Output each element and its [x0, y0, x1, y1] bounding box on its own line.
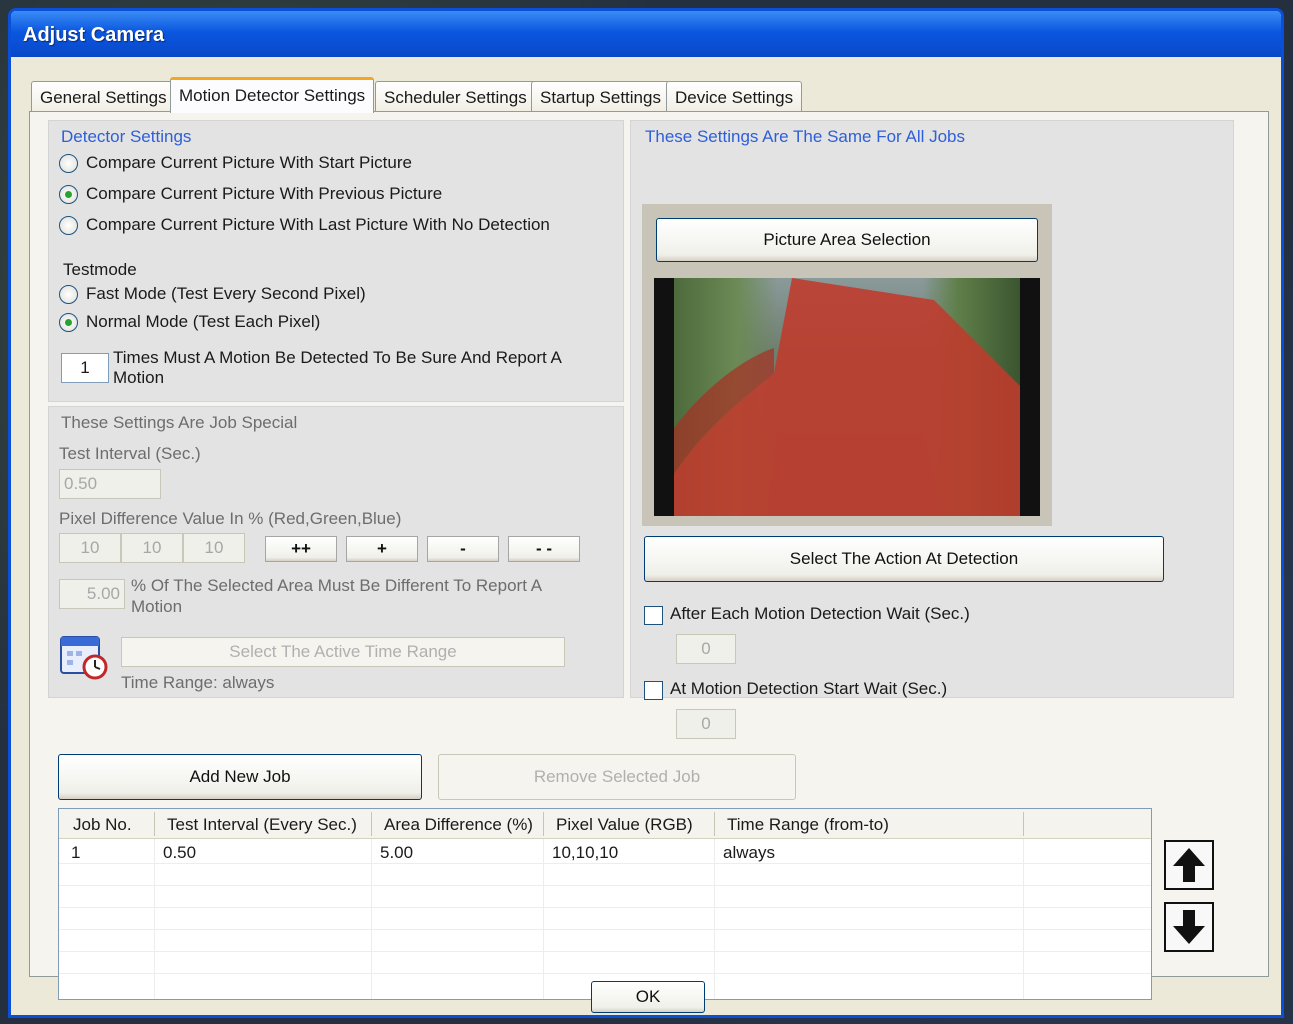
- column-header-time-range[interactable]: Time Range (from-to): [727, 815, 889, 835]
- radio-label: Compare Current Picture With Previous Pi…: [86, 184, 443, 203]
- radio-indicator-selected[interactable]: [59, 312, 78, 332]
- arrow-down-icon: [1173, 910, 1205, 944]
- calendar-clock-icon[interactable]: [59, 633, 109, 681]
- detection-area-overlay: [674, 278, 1020, 516]
- radio-label: Compare Current Picture With Last Pictur…: [86, 215, 550, 234]
- column-header-area-difference[interactable]: Area Difference (%): [384, 815, 533, 835]
- start-wait-input[interactable]: 0: [676, 709, 736, 739]
- radio-compare-last-no-detection[interactable]: Compare Current Picture With Last Pictur…: [59, 214, 550, 236]
- after-each-wait-input[interactable]: 0: [676, 634, 736, 664]
- dialog-client: General Settings Motion Detector Setting…: [11, 57, 1281, 1015]
- times-detected-input[interactable]: 1: [61, 353, 109, 383]
- after-each-wait-checkbox[interactable]: [644, 606, 663, 625]
- column-header-job-no[interactable]: Job No.: [73, 815, 132, 835]
- cell-test-interval: 0.50: [163, 843, 197, 862]
- increase-button[interactable]: +: [346, 536, 418, 562]
- radio-fast-mode[interactable]: Fast Mode (Test Every Second Pixel): [59, 283, 366, 305]
- window-title: Adjust Camera: [11, 11, 1281, 57]
- time-range-text: Time Range: always: [121, 673, 275, 692]
- area-difference-input[interactable]: 5.00: [59, 579, 125, 609]
- decrease-button[interactable]: -: [427, 536, 499, 562]
- testmode-label: Testmode: [63, 260, 137, 279]
- radio-indicator[interactable]: [59, 215, 78, 235]
- column-header-test-interval[interactable]: Test Interval (Every Sec.): [167, 815, 357, 835]
- start-wait-label: At Motion Detection Start Wait (Sec.): [670, 679, 948, 698]
- jobs-table-header: Job No. Test Interval (Every Sec.) Area …: [59, 809, 1151, 839]
- increase-big-button[interactable]: ++: [265, 536, 337, 562]
- picture-area-selection-button[interactable]: Picture Area Selection: [656, 218, 1038, 262]
- tab-general-settings[interactable]: General Settings: [31, 81, 176, 111]
- ok-button[interactable]: OK: [591, 981, 705, 1013]
- tab-device-settings[interactable]: Device Settings: [666, 81, 803, 111]
- test-interval-label: Test Interval (Sec.): [59, 444, 201, 463]
- radio-indicator-selected[interactable]: [59, 184, 78, 204]
- pixel-green-input[interactable]: 10: [121, 533, 183, 563]
- detector-settings-group: Detector Settings Compare Current Pictur…: [48, 120, 624, 402]
- radio-compare-previous[interactable]: Compare Current Picture With Previous Pi…: [59, 183, 442, 205]
- radio-label: Fast Mode (Test Every Second Pixel): [86, 284, 366, 303]
- job-settings-title: These Settings Are Job Special: [61, 413, 298, 432]
- cell-job-no: 1: [71, 843, 81, 862]
- cell-pixel-value: 10,10,10: [552, 843, 619, 862]
- select-action-button[interactable]: Select The Action At Detection: [644, 536, 1164, 582]
- tab-panel-motion-detector: Detector Settings Compare Current Pictur…: [29, 111, 1269, 1000]
- pixel-red-input[interactable]: 10: [59, 533, 121, 563]
- pixel-blue-input[interactable]: 10: [183, 533, 245, 563]
- move-up-button[interactable]: [1164, 840, 1214, 890]
- camera-preview-panel: Picture Area Selection: [642, 204, 1052, 526]
- radio-normal-mode[interactable]: Normal Mode (Test Each Pixel): [59, 311, 320, 333]
- jobs-table[interactable]: Job No. Test Interval (Every Sec.) Area …: [58, 808, 1152, 1000]
- detector-settings-title: Detector Settings: [61, 127, 192, 146]
- radio-label: Compare Current Picture With Start Pictu…: [86, 153, 412, 172]
- remove-selected-job-button[interactable]: Remove Selected Job: [438, 754, 796, 800]
- decrease-big-button[interactable]: - -: [508, 536, 580, 562]
- tab-scheduler-settings[interactable]: Scheduler Settings: [375, 81, 536, 111]
- radio-indicator[interactable]: [59, 153, 78, 173]
- pixel-difference-label: Pixel Difference Value In % (Red,Green,B…: [59, 509, 402, 528]
- radio-compare-start[interactable]: Compare Current Picture With Start Pictu…: [59, 152, 412, 174]
- area-difference-label-line2: Motion: [131, 597, 183, 616]
- after-each-wait-label: After Each Motion Detection Wait (Sec.): [670, 604, 970, 623]
- add-new-job-button[interactable]: Add New Job: [58, 754, 422, 800]
- select-time-range-button[interactable]: Select The Active Time Range: [121, 637, 565, 667]
- cell-time-range: always: [723, 843, 775, 862]
- cell-area-difference: 5.00: [380, 843, 414, 862]
- job-settings-group: These Settings Are Job Special Test Inte…: [48, 406, 624, 698]
- radio-indicator[interactable]: [59, 284, 78, 304]
- arrow-up-icon: [1173, 848, 1205, 882]
- radio-label: Normal Mode (Test Each Pixel): [86, 312, 321, 331]
- times-detected-label-line2: Motion: [113, 368, 165, 387]
- times-detected-label-line1: Times Must A Motion Be Detected To Be Su…: [113, 348, 562, 367]
- area-difference-label-line1: % Of The Selected Area Must Be Different…: [131, 576, 543, 595]
- move-down-button[interactable]: [1164, 902, 1214, 952]
- column-header-pixel-value[interactable]: Pixel Value (RGB): [556, 815, 693, 835]
- camera-image: [654, 278, 1040, 516]
- tab-motion-detector-settings[interactable]: Motion Detector Settings: [170, 77, 375, 113]
- adjust-camera-window: Adjust Camera General Settings Motion De…: [8, 8, 1284, 1018]
- start-wait-checkbox[interactable]: [644, 681, 663, 700]
- test-interval-input[interactable]: 0.50: [59, 469, 161, 499]
- tab-startup-settings[interactable]: Startup Settings: [531, 81, 670, 111]
- all-jobs-settings-title: These Settings Are The Same For All Jobs: [645, 127, 966, 146]
